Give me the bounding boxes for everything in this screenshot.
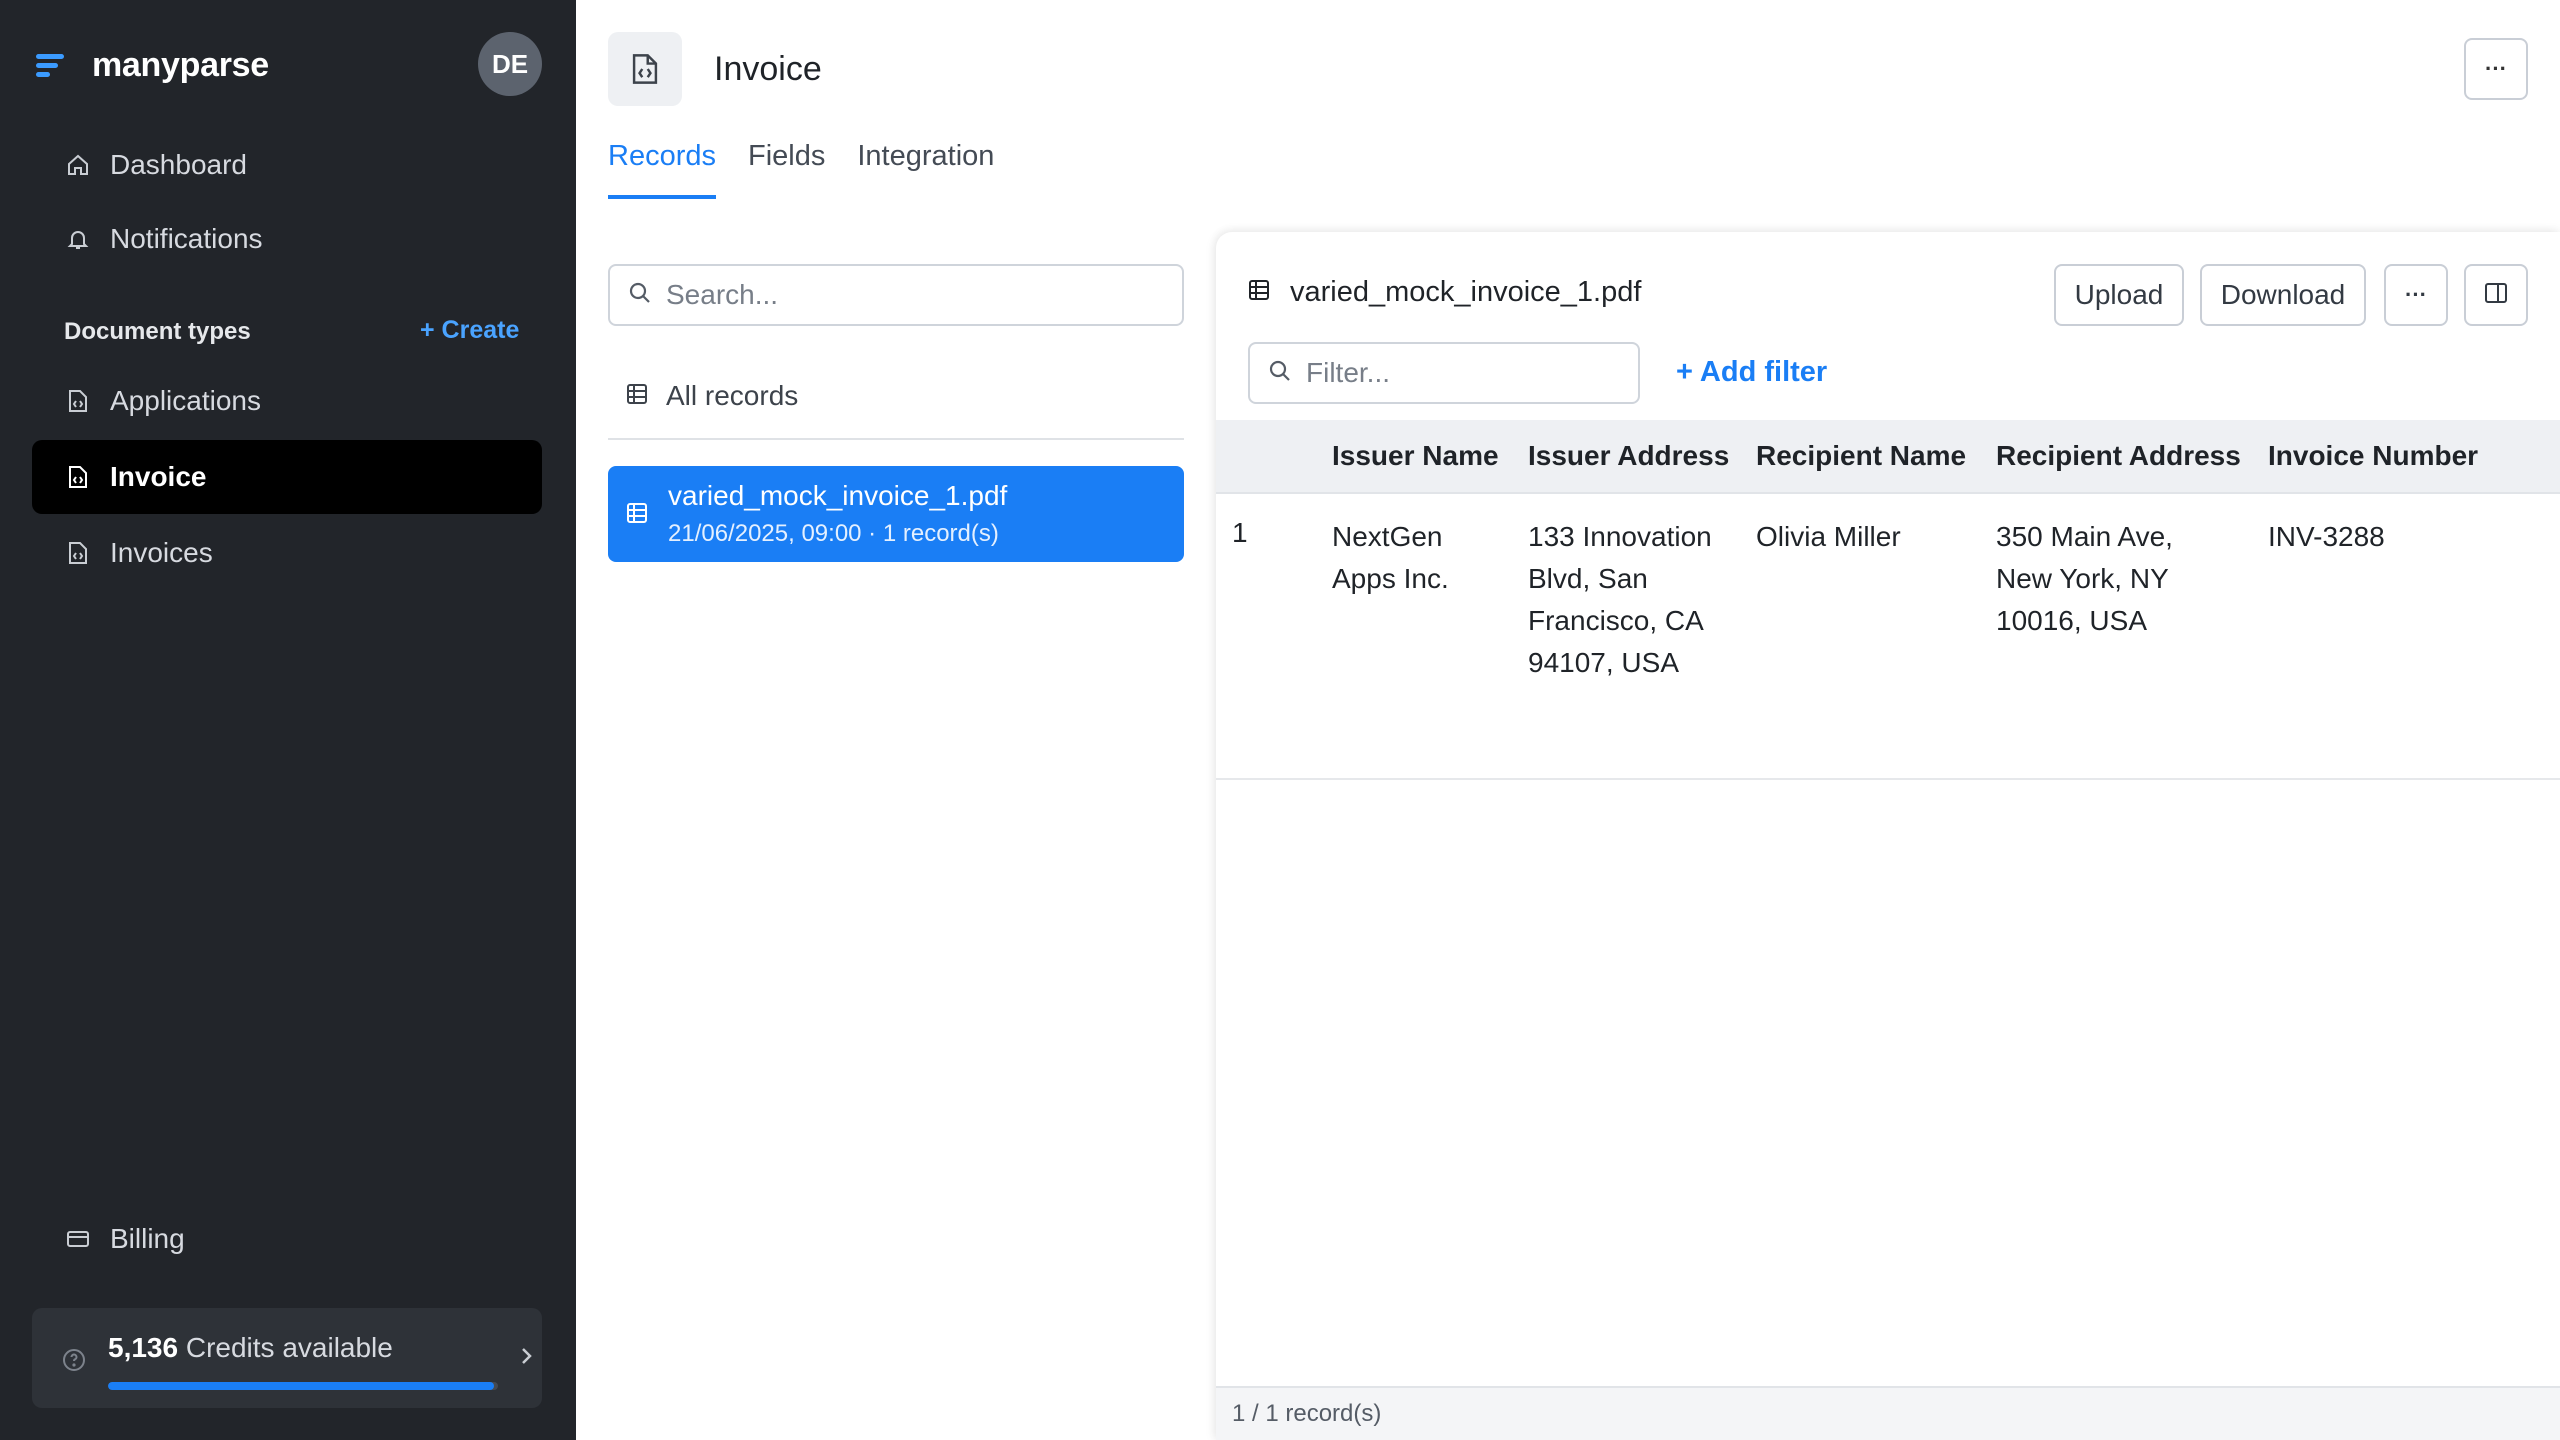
record-subtitle: 21/06/2025, 09:00 · 1 record(s) — [668, 520, 999, 547]
credits-label: Credits available — [185, 1332, 393, 1363]
avatar[interactable]: DE — [478, 32, 542, 96]
search-icon — [1268, 359, 1292, 388]
panel-more-options-button[interactable]: ··· — [2384, 264, 2448, 326]
brand-logo[interactable]: manyparse — [36, 40, 269, 90]
column-header-invoice-number[interactable]: Invoice Number — [2268, 440, 2478, 472]
all-records-item[interactable]: All records — [608, 354, 1184, 440]
record-detail-panel: varied_mock_invoice_1.pdf Upload Downloa… — [1216, 232, 2560, 1440]
table-icon — [626, 380, 648, 412]
column-header-issuer-address[interactable]: Issuer Address — [1528, 440, 1729, 472]
column-header-issuer-name[interactable]: Issuer Name — [1332, 440, 1499, 472]
brand-name: manyparse — [92, 45, 269, 84]
sidebar-item-notifications[interactable]: Notifications — [32, 202, 542, 276]
credits-text: 5,136 Credits available — [108, 1332, 393, 1364]
tab-records[interactable]: Records — [608, 140, 716, 199]
sidebar-item-invoices[interactable]: Invoices — [32, 516, 542, 590]
column-header-recipient-address[interactable]: Recipient Address — [1996, 440, 2241, 472]
document-type-icon — [608, 32, 682, 106]
cell-line: Francisco, CA — [1528, 605, 1704, 636]
cell-recipient-name: Olivia Miller — [1756, 516, 1901, 558]
cell-line: 133 Innovation — [1528, 521, 1712, 552]
tab-integration[interactable]: Integration — [857, 140, 994, 199]
download-button[interactable]: Download — [2200, 264, 2366, 326]
plus-icon: + — [420, 316, 442, 344]
file-icon — [64, 539, 92, 567]
sidebar-item-label: Dashboard — [110, 149, 247, 180]
record-count-status: 1 / 1 record(s) — [1216, 1386, 2560, 1440]
cell-issuer-address: 133 Innovation Blvd, San Francisco, CA 9… — [1528, 516, 1712, 684]
credit-card-icon — [64, 1225, 92, 1253]
credits-progress-bar — [108, 1382, 498, 1390]
search-field — [608, 264, 1184, 326]
cell-line: New York, NY — [1996, 563, 2169, 594]
sidebar-item-dashboard[interactable]: Dashboard — [32, 128, 542, 202]
filter-field — [1248, 342, 1640, 404]
cell-invoice-number: INV-3288 — [2268, 516, 2385, 558]
cell-line: 10016, USA — [1996, 605, 2147, 636]
sidebar-item-label: Invoice — [110, 461, 207, 492]
page-title: Invoice — [714, 50, 822, 88]
more-options-button[interactable]: ··· — [2464, 38, 2528, 100]
search-icon — [628, 281, 652, 310]
credits-progress-fill — [108, 1382, 495, 1390]
table-icon — [626, 502, 648, 529]
help-circle-icon — [62, 1348, 86, 1377]
column-header-recipient-name[interactable]: Recipient Name — [1756, 440, 1966, 472]
file-name: varied_mock_invoice_1.pdf — [1290, 276, 1642, 308]
create-document-type-button[interactable]: + Create — [420, 316, 519, 345]
sidebar: manyparse DE Dashboard Notifications Doc… — [0, 0, 576, 1440]
sidebar-item-applications[interactable]: Applications — [32, 364, 542, 438]
ellipsis-icon: ··· — [2405, 282, 2427, 307]
sidebar-item-invoice[interactable]: Invoice — [32, 440, 542, 514]
add-filter-button[interactable]: + Add filter — [1676, 356, 1827, 389]
cell-line: 350 Main Ave, — [1996, 521, 2173, 552]
cell-issuer-name: NextGen Apps Inc. — [1332, 516, 1449, 600]
search-input[interactable] — [666, 279, 1146, 311]
ellipsis-icon: ··· — [2485, 56, 2507, 81]
menu-icon — [36, 52, 70, 78]
file-icon — [64, 463, 92, 491]
table-row[interactable]: 1 NextGen Apps Inc. 133 Innovation Blvd,… — [1216, 494, 2560, 780]
upload-button[interactable]: Upload — [2054, 264, 2184, 326]
all-records-label: All records — [666, 380, 799, 411]
cell-line: NextGen — [1332, 521, 1443, 552]
home-icon — [64, 151, 92, 179]
credits-amount: 5,136 — [108, 1332, 179, 1363]
tab-fields[interactable]: Fields — [748, 140, 825, 199]
credits-widget[interactable]: 5,136 Credits available — [32, 1308, 542, 1408]
table-header: Issuer Name Issuer Address Recipient Nam… — [1216, 420, 2560, 494]
cell-line: 94107, USA — [1528, 647, 1679, 678]
bell-icon — [64, 225, 92, 253]
cell-line: Blvd, San — [1528, 563, 1648, 594]
row-index: 1 — [1232, 517, 1248, 548]
cell-line: Apps Inc. — [1332, 563, 1449, 594]
plus-icon: + — [1676, 356, 1700, 388]
section-label-document-types: Document types — [64, 318, 251, 345]
sidebar-panel-icon — [2484, 279, 2508, 311]
table-icon — [1248, 276, 1270, 309]
sidebar-item-label: Invoices — [110, 537, 213, 568]
tab-bar: Records Fields Integration — [608, 140, 1026, 199]
chevron-right-icon — [516, 1344, 536, 1373]
cell-recipient-address: 350 Main Ave, New York, NY 10016, USA — [1996, 516, 2173, 642]
sidebar-item-label: Applications — [110, 385, 261, 416]
cell-line: INV-3288 — [2268, 521, 2385, 552]
record-title: varied_mock_invoice_1.pdf — [668, 480, 1008, 511]
file-header: varied_mock_invoice_1.pdf — [1248, 276, 1641, 309]
sidebar-item-label: Notifications — [110, 223, 263, 254]
cell-line: Olivia Miller — [1756, 521, 1901, 552]
file-icon — [64, 387, 92, 415]
sidebar-item-billing[interactable]: Billing — [32, 1202, 542, 1276]
filter-input[interactable] — [1306, 357, 1626, 389]
list-item[interactable]: varied_mock_invoice_1.pdf 21/06/2025, 09… — [608, 466, 1184, 562]
toggle-sidebar-panel-button[interactable] — [2464, 264, 2528, 326]
sidebar-item-label: Billing — [110, 1223, 185, 1254]
